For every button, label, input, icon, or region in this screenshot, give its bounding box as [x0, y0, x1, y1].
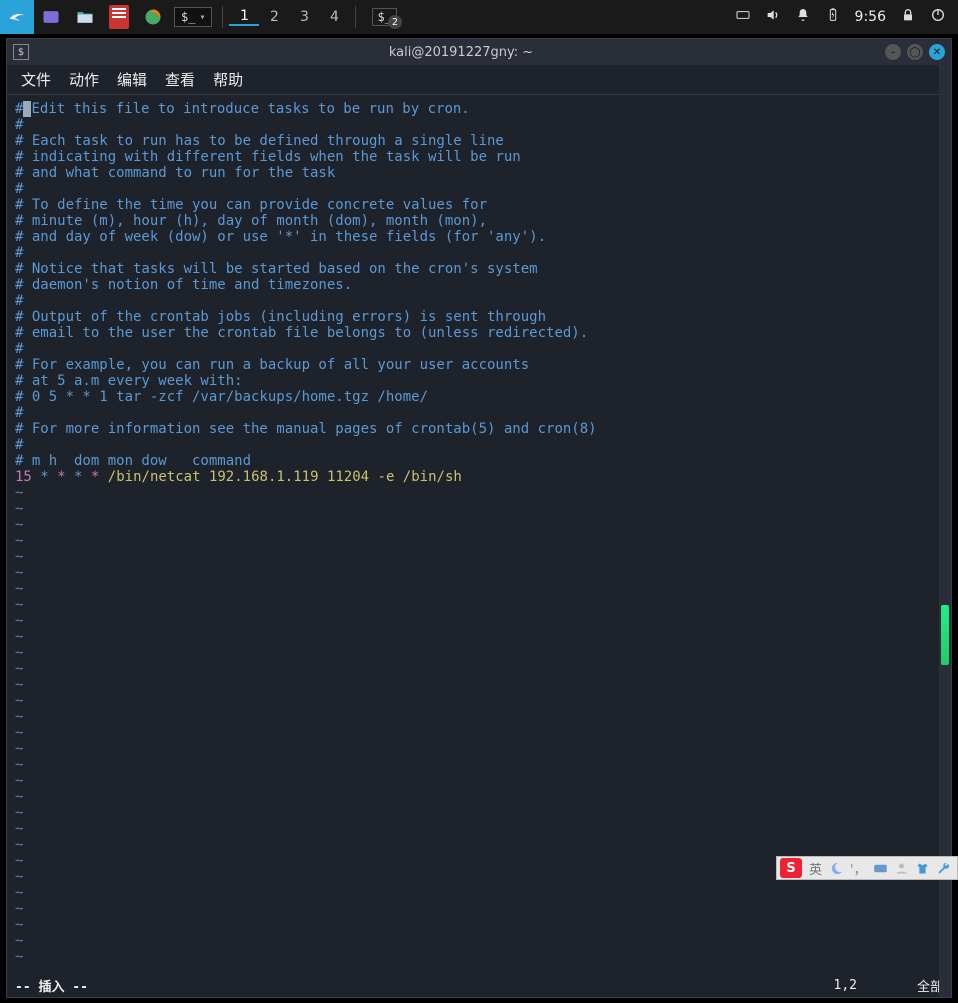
vim-statusline: -- 插入 -- 1,2 全部 — [7, 977, 951, 997]
ime-dock[interactable]: S 英 '， — [776, 856, 958, 880]
vim-mode: -- 插入 -- — [15, 976, 88, 995]
terminal-prompt-icon: $_ — [181, 10, 195, 24]
person-icon[interactable] — [894, 861, 909, 876]
scrollbar-thumb[interactable] — [941, 605, 949, 665]
titlebar[interactable]: $ kali@20191227gny: ~ – ◯ ✕ — [7, 39, 951, 65]
terminal-window: $ kali@20191227gny: ~ – ◯ ✕ 文件 动作 编辑 查看 … — [6, 38, 952, 998]
launcher-group: $_ ▾ — [0, 0, 216, 34]
editor-body[interactable]: # Edit this file to introduce tasks to b… — [7, 95, 951, 977]
lock-icon[interactable] — [900, 7, 916, 27]
menubar: 文件 动作 编辑 查看 帮助 — [7, 65, 951, 95]
maximize-button[interactable]: ◯ — [907, 44, 923, 60]
workspace-switcher: 1 2 3 4 — [216, 0, 362, 34]
workspace-4[interactable]: 4 — [319, 9, 349, 25]
menu-action[interactable]: 动作 — [69, 69, 99, 90]
minimize-button[interactable]: – — [885, 44, 901, 60]
moon-icon[interactable] — [829, 861, 844, 876]
keyboard-ime-icon[interactable] — [873, 861, 888, 876]
close-button[interactable]: ✕ — [929, 44, 945, 60]
volume-icon[interactable] — [765, 7, 781, 27]
text-editor-icon[interactable] — [102, 0, 136, 34]
menu-edit[interactable]: 编辑 — [117, 69, 147, 90]
clock[interactable]: 9:56 — [855, 9, 886, 25]
chevron-down-icon[interactable]: ▾ — [199, 12, 205, 23]
punct-icon[interactable]: '， — [850, 859, 867, 878]
workspace-1[interactable]: 1 — [229, 8, 259, 26]
sogou-icon[interactable]: S — [780, 858, 802, 878]
top-panel: $_ ▾ 1 2 3 4 $_ 2 9:56 — [0, 0, 958, 34]
workspace-3[interactable]: 3 — [289, 9, 319, 25]
vim-cursor-pos: 1,2 — [834, 978, 857, 993]
notifications-icon[interactable] — [795, 7, 811, 27]
task-indicator[interactable]: $_ 2 — [372, 8, 396, 26]
window-icon: $ — [13, 44, 29, 60]
window-list-icon[interactable] — [34, 0, 68, 34]
window-title: kali@20191227gny: ~ — [37, 45, 885, 60]
ime-lang[interactable]: 英 — [809, 859, 822, 878]
terminal-launcher[interactable]: $_ ▾ — [174, 7, 212, 27]
power-icon[interactable] — [930, 7, 946, 27]
file-manager-icon[interactable] — [68, 0, 102, 34]
menu-file[interactable]: 文件 — [21, 69, 51, 90]
battery-icon[interactable] — [825, 7, 841, 27]
shirt-icon[interactable] — [915, 861, 930, 876]
system-tray: 9:56 — [735, 7, 958, 27]
kali-menu-icon[interactable] — [0, 0, 34, 34]
menu-view[interactable]: 查看 — [165, 69, 195, 90]
task-count-badge: 2 — [388, 15, 402, 29]
workspace-2[interactable]: 2 — [259, 9, 289, 25]
firefox-icon[interactable] — [136, 0, 170, 34]
menu-help[interactable]: 帮助 — [213, 69, 243, 90]
wrench-icon[interactable] — [936, 861, 951, 876]
keyboard-icon[interactable] — [735, 7, 751, 27]
